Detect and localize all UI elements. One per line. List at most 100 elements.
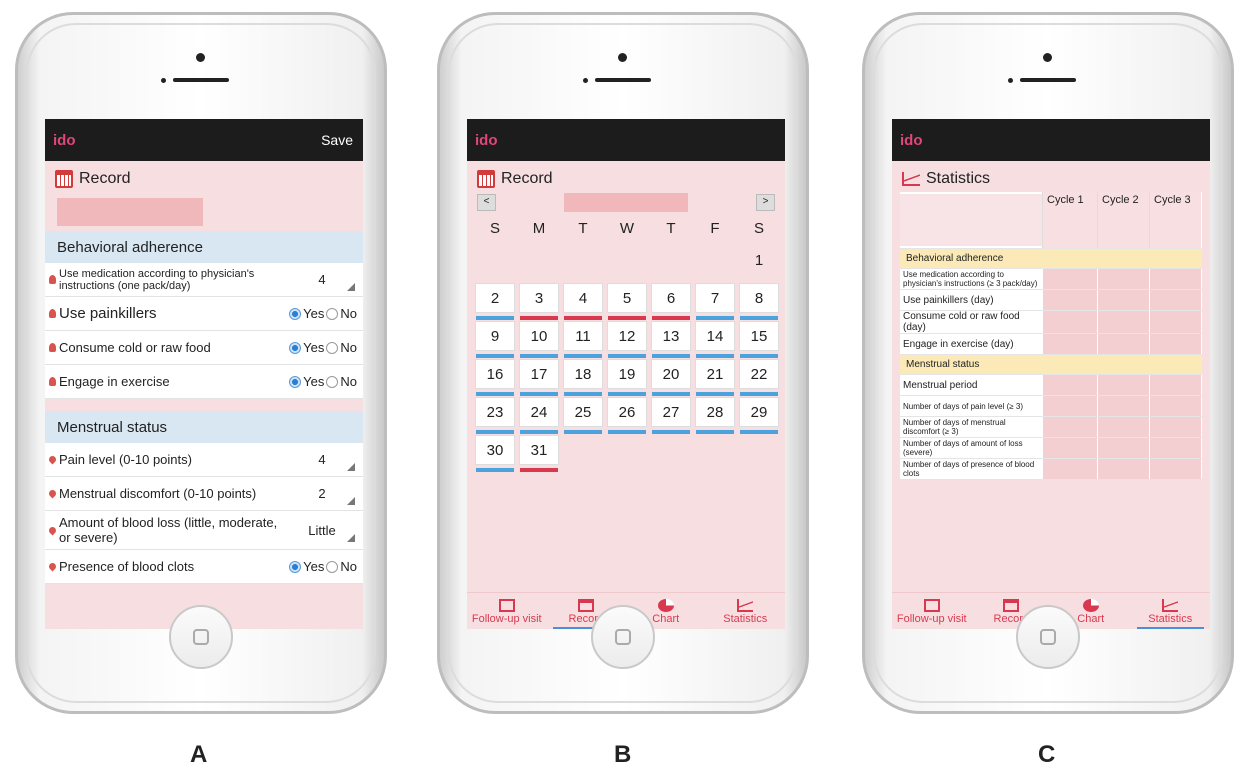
- table-cell: [1042, 417, 1097, 437]
- statistics-table: Cycle 1 Cycle 2 Cycle 3 Behavioral adher…: [900, 192, 1202, 480]
- table-row: Number of days of presence of blood clot…: [900, 459, 1202, 480]
- calendar-day[interactable]: 6: [651, 283, 691, 320]
- calendar-day[interactable]: 13: [651, 321, 691, 358]
- table-row: Engage in exercise (day): [900, 334, 1202, 355]
- calendar-day[interactable]: 21: [695, 359, 735, 396]
- record-indicator: [564, 392, 602, 396]
- prev-month-button[interactable]: <: [477, 193, 496, 211]
- calendar-day[interactable]: 29: [739, 397, 779, 434]
- day-number: 27: [662, 403, 680, 421]
- day-number: 17: [530, 365, 548, 383]
- empty-day: [607, 245, 647, 275]
- calendar-day[interactable]: 15: [739, 321, 779, 358]
- home-button[interactable]: [169, 605, 233, 669]
- app-logo: ido: [475, 131, 498, 149]
- app-logo: ido: [53, 131, 76, 149]
- calendar-day[interactable]: 24: [519, 397, 559, 434]
- table-cell: [1149, 438, 1201, 458]
- no-radio[interactable]: [326, 375, 339, 388]
- no-radio[interactable]: [326, 307, 339, 320]
- yes-label: Yes: [303, 306, 325, 321]
- column-header: Cycle 3: [1149, 192, 1201, 248]
- phone-c: ido Statistics Cycle 1 Cycle 2 Cycle 3 B…: [862, 12, 1234, 714]
- calendar-day[interactable]: 16: [475, 359, 515, 396]
- no-radio[interactable]: [326, 560, 339, 573]
- next-month-button[interactable]: >: [756, 193, 775, 211]
- row-label: Engage in exercise: [59, 374, 170, 389]
- calendar-day[interactable]: 28: [695, 397, 735, 434]
- tab-statistics[interactable]: Statistics: [1131, 593, 1211, 629]
- period-indicator: [652, 316, 690, 320]
- record-indicator: [520, 354, 558, 358]
- yes-radio[interactable]: [289, 375, 302, 388]
- page-title: Record: [45, 161, 363, 188]
- row-label: Presence of blood clots: [59, 559, 195, 574]
- calendar-day[interactable]: 17: [519, 359, 559, 396]
- save-button[interactable]: Save: [321, 132, 353, 148]
- day-number: 3: [534, 289, 544, 307]
- home-button[interactable]: [1016, 605, 1080, 669]
- pie-chart-icon: [657, 599, 674, 612]
- calendar-day[interactable]: 7: [695, 283, 735, 320]
- yes-radio[interactable]: [289, 560, 302, 573]
- calendar-day[interactable]: 25: [563, 397, 603, 434]
- top-bar: ido: [892, 119, 1210, 161]
- calendar-day[interactable]: 30: [475, 435, 515, 472]
- table-row: Number of days of amount of loss (severe…: [900, 438, 1202, 459]
- calendar-day[interactable]: 5: [607, 283, 647, 320]
- calendar-day[interactable]: 10: [519, 321, 559, 358]
- calendar-day[interactable]: 3: [519, 283, 559, 320]
- period-indicator: [520, 316, 558, 320]
- pain-level-select[interactable]: 4: [287, 452, 357, 471]
- calendar-icon: [578, 599, 595, 612]
- calendar-day[interactable]: 9: [475, 321, 515, 358]
- table-cell: [1097, 311, 1149, 333]
- calendar-day[interactable]: 12: [607, 321, 647, 358]
- record-indicator: [476, 316, 514, 320]
- calendar-day[interactable]: 18: [563, 359, 603, 396]
- row-label: Number of days of presence of blood clot…: [903, 460, 1035, 478]
- calendar-day[interactable]: 31: [519, 435, 559, 472]
- blood-loss-select[interactable]: Little: [287, 523, 357, 542]
- calendar-icon: [1003, 599, 1020, 612]
- table-row: Use painkillers (day): [900, 290, 1202, 311]
- calendar-icon: [55, 170, 73, 188]
- medication-select[interactable]: 4: [287, 272, 357, 291]
- screen-b: ido Record < > S M T W T F S 1 2 3 4 5 6 7 8 9 10 11 12 13 1…: [467, 119, 785, 629]
- yes-label: Yes: [303, 559, 325, 574]
- discomfort-select[interactable]: 2: [287, 486, 357, 505]
- tab-follow-up[interactable]: Follow-up visit: [467, 593, 547, 629]
- home-button[interactable]: [591, 605, 655, 669]
- day-number: 10: [530, 327, 548, 345]
- calendar-day[interactable]: 2: [475, 283, 515, 320]
- calendar-day[interactable]: 8: [739, 283, 779, 320]
- calendar-day[interactable]: 4: [563, 283, 603, 320]
- caption-b: B: [614, 741, 632, 768]
- row-label: Consume cold or raw food (day): [903, 311, 1020, 333]
- speaker: [1020, 78, 1076, 82]
- speaker: [173, 78, 229, 82]
- row-label: Use painkillers: [59, 305, 157, 322]
- calendar-day[interactable]: 11: [563, 321, 603, 358]
- calendar-day[interactable]: 1: [739, 245, 779, 275]
- tab-statistics[interactable]: Statistics: [706, 593, 786, 629]
- column-header: Cycle 2: [1097, 192, 1149, 248]
- period-indicator: [564, 316, 602, 320]
- page-title-text: Record: [501, 170, 553, 187]
- day-number: 19: [618, 365, 636, 383]
- calendar-day[interactable]: 20: [651, 359, 691, 396]
- tab-follow-up[interactable]: Follow-up visit: [892, 593, 972, 629]
- yes-radio[interactable]: [289, 307, 302, 320]
- calendar-day[interactable]: 27: [651, 397, 691, 434]
- no-radio[interactable]: [326, 341, 339, 354]
- calendar-day[interactable]: 26: [607, 397, 647, 434]
- yes-radio[interactable]: [289, 341, 302, 354]
- date-field[interactable]: [57, 198, 203, 226]
- record-indicator: [696, 316, 734, 320]
- record-indicator: [740, 354, 778, 358]
- calendar-day[interactable]: 19: [607, 359, 647, 396]
- day-number: 15: [750, 327, 768, 345]
- calendar-day[interactable]: 23: [475, 397, 515, 434]
- calendar-day[interactable]: 22: [739, 359, 779, 396]
- calendar-day[interactable]: 14: [695, 321, 735, 358]
